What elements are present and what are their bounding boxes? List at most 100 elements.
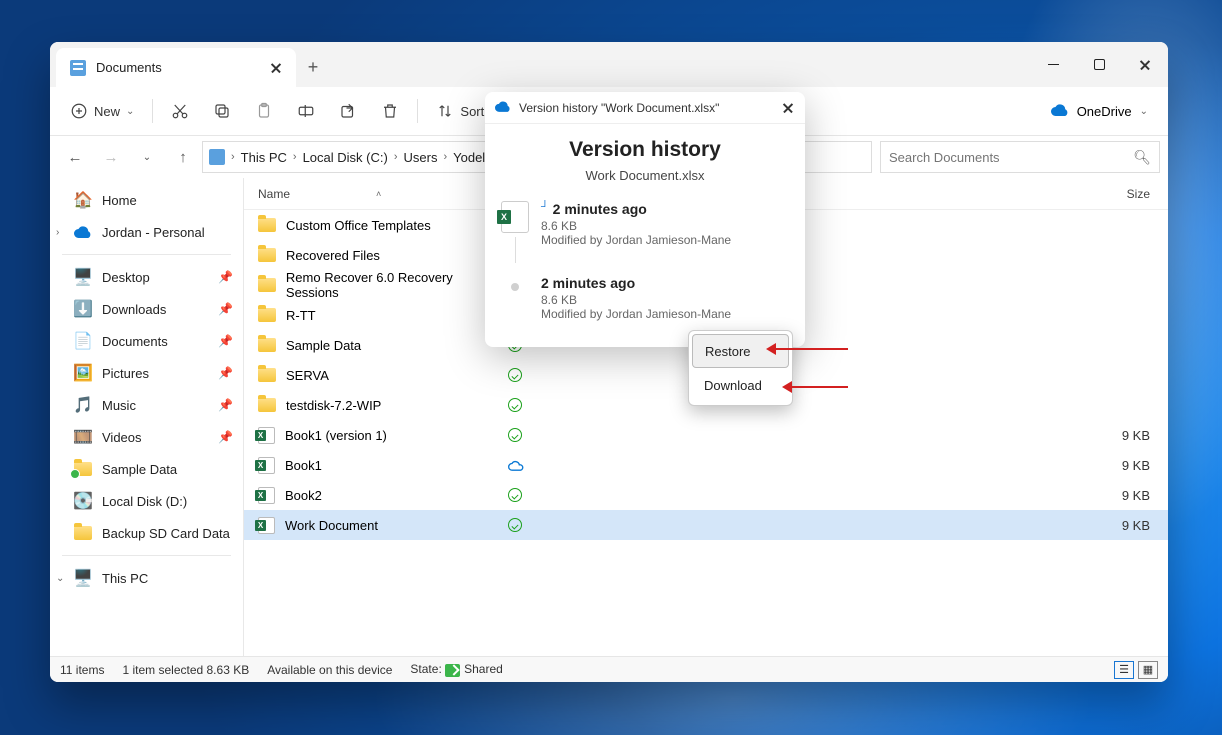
- sidebar-item[interactable]: 🎵 Music 📌: [50, 389, 243, 421]
- version-modified-by: Modified by Jordan Jamieson-Mane: [541, 307, 791, 321]
- folder-icon: ⬇️: [74, 300, 92, 318]
- version-item[interactable]: 2 minutes ago 8.6 KB Modified by Jordan …: [485, 269, 805, 327]
- breadcrumb-seg[interactable]: Users: [404, 150, 438, 165]
- sidebar-item-label: Local Disk (D:): [102, 494, 187, 509]
- history-dropdown[interactable]: ⌄: [130, 140, 164, 174]
- sidebar-item[interactable]: 🎞️Videos📌: [50, 421, 243, 453]
- sidebar-item[interactable]: Sample Data: [50, 453, 243, 485]
- search-input[interactable]: [889, 150, 1133, 165]
- folder-icon: [258, 278, 276, 292]
- close-window-button[interactable]: [1122, 42, 1168, 87]
- minimize-button[interactable]: [1030, 42, 1076, 87]
- close-tab-icon[interactable]: [270, 62, 282, 74]
- copy-button[interactable]: [203, 94, 241, 128]
- paste-button[interactable]: [245, 94, 283, 128]
- popup-header-title: Version history "Work Document.xlsx": [519, 101, 773, 115]
- file-row[interactable]: Work Document 9 KB: [244, 510, 1168, 540]
- close-popup-button[interactable]: [781, 101, 795, 115]
- synced-status-icon: [508, 428, 522, 442]
- shared-icon: [445, 664, 460, 677]
- paste-icon: [255, 102, 273, 120]
- tab-documents[interactable]: Documents: [56, 48, 296, 87]
- version-item[interactable]: ┘ 2 minutes ago 8.6 KB Modified by Jorda…: [485, 195, 805, 269]
- chevron-down-icon[interactable]: ⌄: [56, 573, 64, 584]
- folder-icon: 🖥️: [74, 268, 92, 286]
- file-row[interactable]: Book2 9 KB: [244, 480, 1168, 510]
- file-name: testdisk-7.2-WIP: [286, 398, 381, 413]
- version-time: ┘ 2 minutes ago: [541, 201, 791, 217]
- synced-status-icon: [508, 488, 522, 502]
- chevron-right-icon[interactable]: ›: [56, 227, 59, 238]
- annotation-arrow: [770, 348, 848, 350]
- breadcrumb-seg[interactable]: This PC: [241, 150, 287, 165]
- cloud-icon: [495, 99, 511, 117]
- file-row[interactable]: Book1 (version 1) 9 KB: [244, 420, 1168, 450]
- sidebar-item[interactable]: 📄Documents📌: [50, 325, 243, 357]
- cloud-status-icon: [508, 460, 524, 471]
- version-modified-by: Modified by Jordan Jamieson-Mane: [541, 233, 791, 247]
- document-icon: [70, 60, 86, 76]
- sort-icon: [436, 102, 454, 120]
- search-icon[interactable]: 🔍︎: [1133, 149, 1151, 166]
- statusbar: 11 items 1 item selected 8.63 KB Availab…: [50, 656, 1168, 682]
- sidebar-personal[interactable]: ›Jordan - Personal: [50, 216, 243, 248]
- new-button[interactable]: New ⌄: [60, 94, 144, 128]
- file-name: R-TT: [286, 308, 316, 323]
- file-name: Book1: [285, 458, 322, 473]
- sidebar-this-pc[interactable]: ⌄🖥️This PC: [50, 562, 243, 594]
- new-label: New: [94, 104, 120, 119]
- cloud-icon: [74, 223, 92, 241]
- home-icon: 🏠: [74, 191, 92, 209]
- sidebar-item[interactable]: 💽Local Disk (D:): [50, 485, 243, 517]
- search-box[interactable]: 🔍︎: [880, 141, 1160, 173]
- col-name[interactable]: Name˄: [258, 187, 508, 201]
- download-menu-item[interactable]: Download: [692, 368, 789, 402]
- excel-icon: [258, 427, 275, 444]
- file-name: Sample Data: [286, 338, 361, 353]
- sidebar-item[interactable]: Backup SD Card Data: [50, 517, 243, 549]
- share-icon: [339, 102, 357, 120]
- pin-icon: 📌: [218, 398, 233, 412]
- forward-button[interactable]: →: [94, 140, 128, 174]
- sidebar-home[interactable]: 🏠Home: [50, 184, 243, 216]
- synced-status-icon: [508, 368, 522, 382]
- folder-icon: [258, 398, 276, 412]
- file-size: 9 KB: [1093, 458, 1168, 473]
- delete-button[interactable]: [371, 94, 409, 128]
- new-tab-button[interactable]: +: [296, 48, 330, 87]
- tiles-view-button[interactable]: ▦: [1138, 661, 1158, 679]
- up-button[interactable]: ↑: [166, 140, 200, 174]
- trash-icon: [381, 102, 399, 120]
- tab-title: Documents: [96, 60, 260, 75]
- excel-icon: [258, 487, 275, 504]
- onedrive-button[interactable]: OneDrive ⌄: [1041, 94, 1158, 128]
- sidebar-item-label: Pictures: [102, 366, 149, 381]
- rename-button[interactable]: [287, 94, 325, 128]
- folder-icon: [258, 338, 276, 352]
- back-button[interactable]: ←: [58, 140, 92, 174]
- pin-icon: 📌: [218, 334, 233, 348]
- chevron-down-icon: ⌄: [1140, 106, 1148, 117]
- sidebar-item[interactable]: 🖼️Pictures📌: [50, 357, 243, 389]
- breadcrumb-seg[interactable]: Yodel: [453, 150, 485, 165]
- rename-icon: [297, 102, 315, 120]
- file-name: Remo Recover 6.0 Recovery Sessions: [286, 270, 508, 300]
- breadcrumb-seg[interactable]: Local Disk (C:): [303, 150, 388, 165]
- share-button[interactable]: [329, 94, 367, 128]
- file-name: Book1 (version 1): [285, 428, 387, 443]
- folder-icon: 🖼️: [74, 364, 92, 382]
- details-view-button[interactable]: ☰: [1114, 661, 1134, 679]
- pin-icon: 📌: [218, 430, 233, 444]
- onedrive-label: OneDrive: [1077, 104, 1132, 119]
- sidebar-item-label: Music: [102, 398, 136, 413]
- folder-icon: 🎵: [74, 396, 92, 414]
- col-size[interactable]: Size: [1093, 187, 1168, 201]
- file-row[interactable]: Book1 9 KB: [244, 450, 1168, 480]
- maximize-button[interactable]: [1076, 42, 1122, 87]
- sort-asc-icon: ˄: [376, 189, 381, 199]
- sidebar-item[interactable]: 🖥️Desktop📌: [50, 261, 243, 293]
- titlebar: Documents +: [50, 42, 1168, 87]
- cut-button[interactable]: [161, 94, 199, 128]
- file-size: 9 KB: [1093, 488, 1168, 503]
- sidebar-item[interactable]: ⬇️Downloads📌: [50, 293, 243, 325]
